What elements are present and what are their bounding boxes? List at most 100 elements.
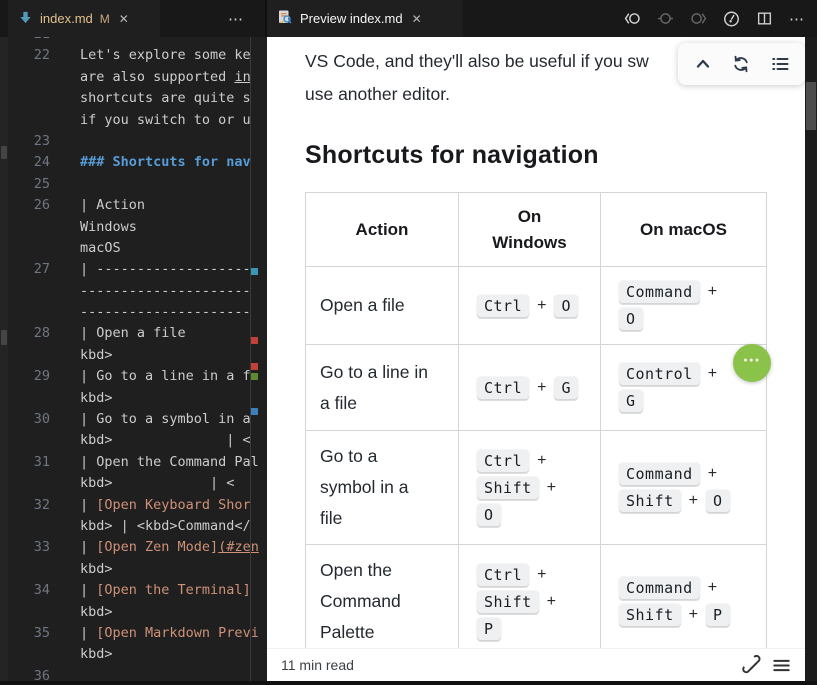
line-number: 29 [8,366,50,387]
markdown-file-icon [18,10,33,28]
code-text: macOS [80,238,121,259]
code-text: if you switch to or u [80,110,251,131]
code-text: | Open a file [80,323,186,344]
code-line[interactable]: 21 [8,37,267,45]
code-line[interactable]: if you switch to or u [8,110,267,131]
code-line[interactable]: 32| [Open Keyboard Shor [8,495,267,516]
overview-ruler-mark [251,373,258,380]
menu-icon[interactable] [769,653,793,677]
list-icon[interactable] [768,52,792,76]
markdown-preview-pane[interactable]: VS Code, and they'll also be useful if y… [267,37,805,681]
code-line[interactable]: 34| [Open the Terminal] [8,580,267,601]
kbd-key: Ctrl [477,564,529,586]
kbd-key: G [619,390,643,412]
navigate-previous-icon[interactable] [653,7,677,31]
code-line[interactable]: kbd> [8,602,267,623]
modified-badge: M [100,12,110,26]
close-icon[interactable]: ✕ [412,12,422,26]
code-line[interactable]: 29| Go to a line in a f [8,366,267,387]
code-text: are also supported in [80,67,251,88]
editor-pane[interactable]: 2122Let's explore some keare also suppor… [0,37,267,681]
link-icon[interactable] [739,653,763,677]
line-number: 36 [8,666,50,681]
code-text: --------------------- [80,281,251,302]
tab-title: index.md [40,11,93,26]
code-line[interactable]: kbd> [8,559,267,580]
preview-status-icon[interactable] [719,7,743,31]
plus-sign: + [537,566,546,584]
preview-scrollbar[interactable] [805,37,817,681]
code-line[interactable]: kbd> | < [8,430,267,451]
code-line[interactable]: 22Let's explore some ke [8,45,267,66]
code-line[interactable]: 23 [8,131,267,152]
tab-preview-index-md[interactable]: Preview index.md ✕ [267,0,463,37]
code-line[interactable]: 27| ------------------- [8,259,267,280]
preview-floating-toolbar [678,43,805,85]
plus-sign: + [537,297,546,315]
code-line[interactable]: 33| [Open Zen Mode](#zen [8,537,267,558]
plus-sign: + [708,579,717,597]
code-line[interactable]: kbd> [8,345,267,366]
code-text: kbd> | < [80,473,234,494]
refresh-icon[interactable] [729,52,753,76]
code-line[interactable]: macOS [8,238,267,259]
code-line[interactable]: --------------------- [8,302,267,323]
code-line[interactable]: are also supported in [8,67,267,88]
ellipsis-dots: ●●● [743,357,760,370]
table-header-cell: Action [306,193,459,267]
line-number: 28 [8,323,50,344]
window-bottom-edge [0,681,817,685]
code-line[interactable]: 36 [8,666,267,681]
code-line[interactable]: --------------------- [8,281,267,302]
line-number [8,302,50,323]
code-line[interactable]: 28 | Open a file [8,323,267,344]
editor-left-strip [0,37,8,681]
table-body: Open a fileCtrl+OCommand+OGo to a line i… [306,267,767,651]
collapse-up-icon[interactable] [691,52,715,76]
code-line[interactable]: shortcuts are quite s [8,88,267,109]
kbd-key: Ctrl [477,377,529,399]
preview-file-icon [277,9,293,28]
code-line[interactable]: kbd> | <kbd>Command</ [8,516,267,537]
tab-index-md[interactable]: index.md M ✕ [8,0,160,37]
line-number [8,516,50,537]
editor-scrollbar-border [250,37,251,681]
kbd-key: Command [619,577,700,599]
tab-bar: index.md M ✕ ⋯ Preview index.md ✕ [0,0,817,37]
code-text: Windows [80,217,137,238]
scrollbar-thumb[interactable] [806,82,816,130]
code-content[interactable]: 2122Let's explore some keare also suppor… [8,37,267,681]
code-text: kbd> | <kbd>Command</ [80,516,251,537]
plus-sign: + [689,606,698,624]
line-number: 21 [8,37,50,45]
code-line[interactable]: kbd> | < [8,473,267,494]
kbd-key: O [477,504,501,526]
shortcuts-table: ActionOnWindowsOn macOS Open a fileCtrl+… [305,192,767,650]
code-text: shortcuts are quite s [80,88,251,109]
preview-footer-bar: 11 min read [267,648,805,681]
code-line[interactable]: 24### Shortcuts for nav [8,152,267,173]
code-text: | Open the Command Pal [80,452,259,473]
windows-cell: Ctrl+Shift+O [459,431,601,545]
code-line[interactable]: 25 [8,174,267,195]
floating-action-button[interactable]: ●●● [733,344,771,382]
code-line[interactable]: Windows [8,217,267,238]
code-line[interactable]: kbd> [8,644,267,665]
kbd-key: O [706,490,730,512]
navigate-forward-icon[interactable] [686,7,710,31]
plus-sign: + [708,465,717,483]
code-line[interactable]: 31| Open the Command Pal [8,452,267,473]
navigate-back-icon[interactable] [620,7,644,31]
split-editor-icon[interactable] [752,7,776,31]
close-icon[interactable]: ✕ [119,12,129,26]
code-line[interactable]: kbd> [8,388,267,409]
code-line[interactable]: 35| [Open Markdown Previ [8,623,267,644]
code-line[interactable]: 26| Action [8,195,267,216]
editor-group-more-button[interactable]: ⋯ [220,0,252,37]
code-text: kbd> [80,388,113,409]
code-text: ### Shortcuts for nav [80,152,251,173]
code-text: kbd> [80,602,113,623]
code-line[interactable]: 30| Go to a symbol in a [8,409,267,430]
tab-title: Preview index.md [300,11,403,26]
more-actions-icon[interactable]: ⋯ [785,7,809,31]
